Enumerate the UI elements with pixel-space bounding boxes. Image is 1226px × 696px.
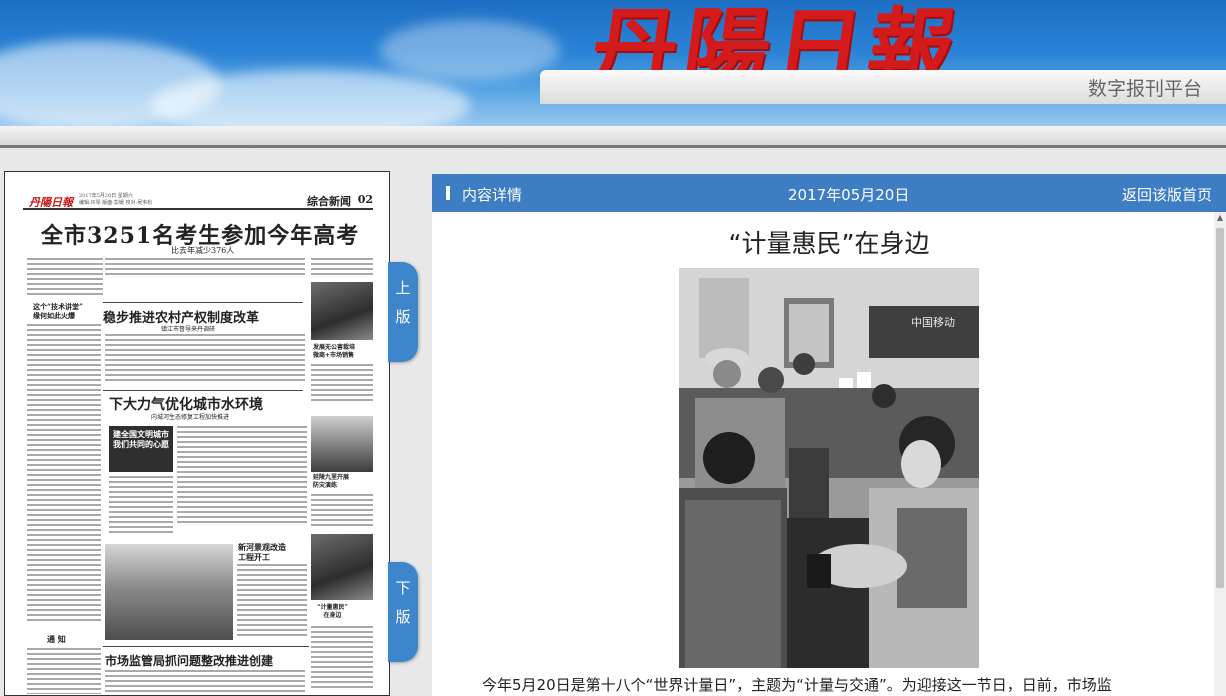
previous-page-char1: 上 xyxy=(395,279,411,297)
previous-page-char2: 版 xyxy=(395,307,411,326)
paper-headline-water-environment-sub: 内城河生态修复工程加快推进 xyxy=(151,414,230,421)
previous-page-tab[interactable]: 上 版 xyxy=(388,262,418,362)
platform-bar: 数字报刊平台 xyxy=(540,70,1226,104)
paper-date-line: 2017年5月20日 星期六 编辑:许琴 版面:彭媛 校对:吴韦松 xyxy=(79,193,152,206)
article-photo: 中国移动 xyxy=(679,268,979,668)
paper-headline-market-supervision[interactable]: 市场监管局抓问题整改推进创建 xyxy=(105,652,273,669)
paper-text-block xyxy=(105,258,305,276)
article-header-bar: 内容详情 2017年05月20日 返回该版首页 xyxy=(432,174,1226,212)
page-scrollbar[interactable]: ▲ xyxy=(1214,212,1226,696)
paper-headline-xinhe-landscape-line1: 新河景观改造 xyxy=(238,542,286,552)
article-title: “计量惠民”在身边 xyxy=(728,229,930,258)
paper-masthead-bar: 丹陽日報 2017年5月20日 星期六 编辑:许琴 版面:彭媛 校对:吴韦松 综… xyxy=(23,192,373,210)
back-to-page-link[interactable]: 返回该版首页 xyxy=(1122,184,1212,205)
paper-photo[interactable] xyxy=(311,416,373,472)
paper-headline-property-reform-sub: 镇江市督导来丹调研 xyxy=(161,326,216,333)
paper-section-name: 综合新闻 xyxy=(307,195,351,208)
paper-text-block xyxy=(27,324,101,624)
paper-text-block xyxy=(311,494,373,528)
scrollbar-thumb[interactable] xyxy=(1216,228,1224,588)
paper-rule xyxy=(103,390,303,391)
paper-caption-metrology-line1: “计量惠民” xyxy=(317,604,348,611)
paper-editor-line: 编辑:许琴 版面:彭媛 校对:吴韦松 xyxy=(79,199,153,206)
paper-photo[interactable] xyxy=(105,544,233,640)
paper-text-block xyxy=(311,364,373,404)
paper-photo[interactable] xyxy=(311,534,373,600)
article-body-first-line: 今年5月20日是第十八个“世界计量日”，主题为“计量与交通”。为迎接这一节日，日… xyxy=(482,676,1112,694)
next-page-char2: 版 xyxy=(395,607,411,626)
next-page-char1: 下 xyxy=(395,579,411,597)
paper-rule xyxy=(103,302,303,303)
header-marker xyxy=(446,186,450,200)
paper-caption-disaster-drill-line1: 延陵九里开展 xyxy=(313,474,350,481)
paper-notice-title[interactable]: 通 知 xyxy=(47,634,66,645)
paper-civilized-city-banner[interactable]: 建全国文明城市 我们共同的心愿 xyxy=(109,426,173,472)
paper-text-block xyxy=(311,626,373,690)
paper-headline-xinhe-landscape[interactable]: 新河景观改造 工程开工 xyxy=(238,542,286,563)
paper-text-block xyxy=(27,648,101,694)
paper-text-block xyxy=(105,334,305,384)
photo-sign-text: 中国移动 xyxy=(911,316,955,329)
banner-cloud xyxy=(380,20,560,80)
paper-rule xyxy=(103,646,309,647)
paper-headline-xinhe-landscape-line2: 工程开工 xyxy=(238,552,270,563)
paper-text-block xyxy=(237,564,307,636)
paper-photo[interactable] xyxy=(311,282,373,340)
banner-divider xyxy=(0,126,1226,148)
header-banner: 丹陽日報 数字报刊平台 xyxy=(0,0,1226,148)
paper-headline-technical-class[interactable]: 这个“技术讲堂” 缘何如此火爆 xyxy=(33,302,83,320)
paper-date: 2017年5月20日 星期六 xyxy=(79,193,133,199)
paper-text-block xyxy=(105,670,305,694)
paper-caption-organic-farming-line1: 发展无公害栽培 xyxy=(313,344,356,351)
paper-text-block xyxy=(311,258,373,276)
paper-text-block xyxy=(109,476,173,536)
content-section-label: 内容详情 xyxy=(462,186,523,204)
paper-caption-disaster-drill-line2: 防灾演练 xyxy=(313,481,338,489)
newspaper-page-image[interactable]: 丹陽日報 2017年5月20日 星期六 编辑:许琴 版面:彭媛 校对:吴韦松 综… xyxy=(4,171,390,696)
paper-headline-main-sub: 比去年减少376人 xyxy=(171,246,235,255)
paper-headline-water-environment[interactable]: 下大力气优化城市水环境 xyxy=(109,394,263,414)
scroll-up-arrow-icon[interactable]: ▲ xyxy=(1214,212,1226,224)
paper-caption-organic-farming[interactable]: 发展无公害栽培 微商+市场销售 xyxy=(313,344,355,360)
next-page-tab[interactable]: 下 版 xyxy=(388,562,418,662)
paper-caption-organic-farming-line2: 微商+市场销售 xyxy=(313,351,355,359)
paper-caption-metrology[interactable]: “计量惠民” 在身边 xyxy=(317,604,348,620)
paper-text-block xyxy=(177,426,307,526)
issue-date: 2017年05月20日 xyxy=(788,186,910,204)
article-photo-graphic: 中国移动 xyxy=(679,268,979,668)
article-panel: 内容详情 2017年05月20日 返回该版首页 “计量惠民”在身边 中国移动 今… xyxy=(432,174,1226,696)
paper-text-block xyxy=(27,258,103,298)
paper-page-number: 02 xyxy=(357,193,373,206)
paper-headline-technical-class-line1: 这个“技术讲堂” xyxy=(33,302,84,311)
paper-caption-metrology-line2: 在身边 xyxy=(323,611,342,619)
paper-masthead-logo: 丹陽日報 xyxy=(29,196,73,209)
platform-label: 数字报刊平台 xyxy=(1087,78,1202,100)
paper-caption-disaster-drill[interactable]: 延陵九里开展 防灾演练 xyxy=(313,474,349,490)
paper-headline-technical-class-line2: 缘何如此火爆 xyxy=(33,311,75,321)
